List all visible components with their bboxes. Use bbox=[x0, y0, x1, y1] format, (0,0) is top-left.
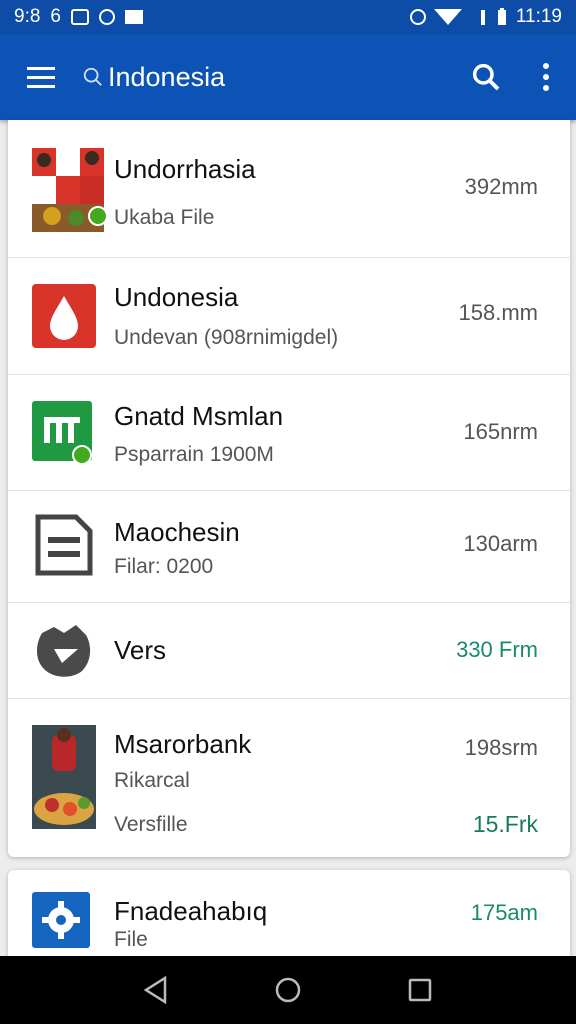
home-icon bbox=[275, 977, 301, 1003]
item-subtitle: Ukaba File bbox=[114, 206, 215, 229]
sync-icon bbox=[99, 9, 115, 25]
item-size: 158.mm bbox=[458, 300, 538, 325]
list-item[interactable]: Msarorbank Rikarcal Versfille 198srm 15.… bbox=[8, 699, 570, 857]
recents-button[interactable] bbox=[390, 960, 450, 1020]
search-button[interactable] bbox=[456, 34, 516, 120]
wifi-signal-icon bbox=[433, 9, 462, 25]
item-subtitle: Psparrain 1900M bbox=[114, 443, 274, 466]
green-sheets-app-icon bbox=[32, 401, 96, 465]
item-size: 165nrm bbox=[463, 419, 538, 444]
item-title: Fnadeahabıq bbox=[114, 896, 268, 926]
menu-icon[interactable] bbox=[0, 34, 82, 120]
message-icon bbox=[125, 10, 143, 24]
document-file-icon bbox=[32, 513, 96, 577]
search-icon bbox=[472, 63, 500, 91]
status-carrier-glyph: 6 bbox=[50, 6, 61, 27]
item-title: Undonesia bbox=[114, 282, 239, 312]
more-vert-icon bbox=[543, 63, 549, 91]
item-title: Msarorbank bbox=[114, 729, 252, 759]
results-list: Undorrhasia Ukaba File 392mm Undonesia U… bbox=[8, 120, 570, 857]
home-button[interactable] bbox=[258, 960, 318, 1020]
item-subtitle-secondary: Versfille bbox=[114, 813, 188, 836]
installed-badge-icon bbox=[88, 206, 108, 226]
installed-badge-icon bbox=[72, 445, 92, 465]
alarm-icon bbox=[409, 9, 426, 25]
gray-blob-icon bbox=[32, 619, 96, 683]
item-size-secondary: 15.Frk bbox=[472, 811, 538, 837]
item-subtitle: Rikarcal bbox=[114, 769, 190, 792]
item-title: Gnatd Msmlan bbox=[114, 401, 284, 431]
item-size: 198srm bbox=[464, 735, 538, 760]
back-icon bbox=[143, 976, 167, 1004]
recents-icon bbox=[408, 978, 432, 1002]
status-time-left: 9:8 bbox=[14, 6, 41, 27]
item-subtitle: Filar: 0200 bbox=[114, 555, 214, 578]
item-size: 392mm bbox=[464, 174, 538, 199]
item-subtitle: Undevan (908rnimigdel) bbox=[114, 326, 339, 349]
search-query: Indonesia bbox=[108, 61, 226, 92]
item-title: Undorrhasia bbox=[114, 154, 256, 184]
item-size: 175am bbox=[470, 900, 538, 925]
back-button[interactable] bbox=[126, 960, 186, 1020]
navigation-bar bbox=[0, 956, 576, 1024]
list-item[interactable]: Gnatd Msmlan Psparrain 1900M 165nrm bbox=[8, 375, 570, 491]
item-size: 130arm bbox=[463, 531, 538, 556]
red-drop-app-icon bbox=[32, 284, 96, 348]
notification-icon bbox=[71, 9, 89, 25]
list-item[interactable]: Maochesin Filar: 0200 130arm bbox=[8, 491, 570, 603]
photo-collage-icon bbox=[32, 148, 108, 232]
search-field[interactable]: Indonesia bbox=[82, 62, 225, 93]
item-title: Vers bbox=[114, 635, 167, 665]
item-subtitle: File bbox=[114, 928, 148, 951]
list-item[interactable]: Undorrhasia Ukaba File 392mm bbox=[8, 120, 570, 258]
settings-gear-icon bbox=[32, 892, 92, 952]
more-options-button[interactable] bbox=[516, 34, 576, 120]
search-hint-icon bbox=[83, 67, 102, 86]
status-bar: 9:8 6 11:19 bbox=[0, 0, 576, 34]
status-time-right: 11:19 bbox=[515, 6, 562, 27]
battery-icon bbox=[497, 8, 506, 25]
list-item[interactable]: Vers 330 Frm bbox=[8, 603, 570, 699]
item-title: Maochesin bbox=[114, 517, 240, 547]
list-item[interactable]: Undonesia Undevan (908rnimigdel) 158.mm bbox=[8, 258, 570, 375]
signal-icon bbox=[480, 10, 485, 25]
food-photo-icon bbox=[32, 725, 96, 829]
item-size: 330 Frm bbox=[456, 637, 538, 662]
app-bar: Indonesia bbox=[0, 34, 576, 120]
